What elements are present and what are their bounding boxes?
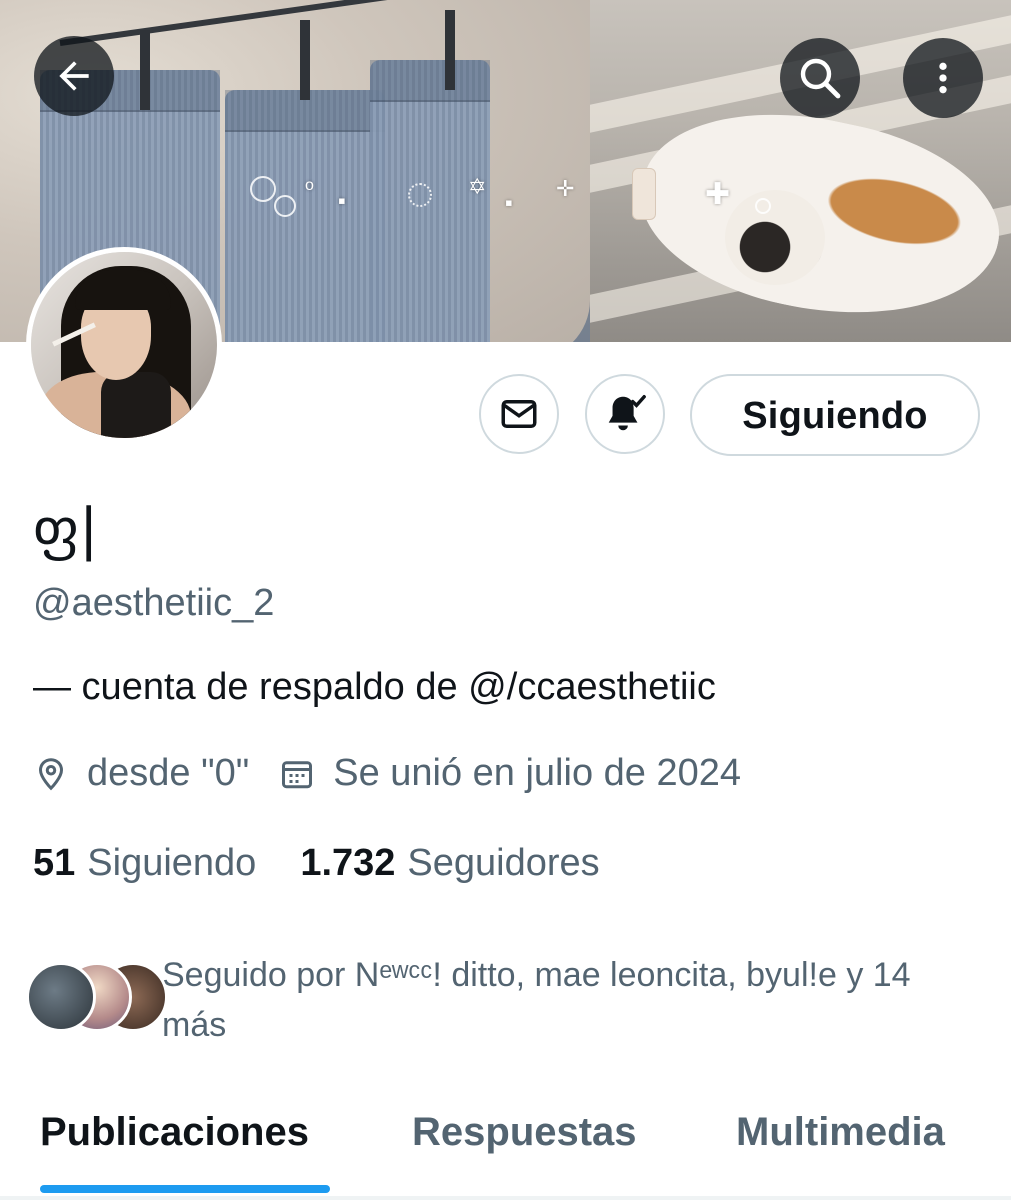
display-name: ფ|: [33, 497, 99, 562]
message-button[interactable]: [479, 374, 559, 454]
followed-by-avatars[interactable]: [26, 962, 168, 1032]
tab-multimedia[interactable]: Multimedia: [736, 1110, 945, 1155]
more-options-button[interactable]: [903, 38, 983, 118]
followed-by-text[interactable]: Seguido por Nᵉʷᶜᶜ! ditto, mae leoncita, …: [162, 950, 982, 1050]
followers-count: 1.732: [300, 842, 396, 884]
followers-stat[interactable]: 1.732 Seguidores: [300, 842, 599, 885]
calendar-icon: [282, 760, 313, 788]
joined-text: Se unió en julio de 2024: [333, 752, 741, 794]
following-stat[interactable]: 51 Siguiendo: [33, 842, 256, 885]
profile-bio: — cuenta de respaldo de @/ccaesthetiic: [33, 666, 716, 708]
following-button[interactable]: Siguiendo: [690, 374, 980, 456]
profile-meta: desde "0" Se unió en julio de 2024: [33, 752, 741, 795]
location-pin-icon: [38, 757, 64, 790]
followers-label: Seguidores: [407, 842, 600, 884]
divider: [0, 1196, 1011, 1200]
avatar: [26, 962, 96, 1032]
following-label: Siguiendo: [87, 842, 257, 884]
search-icon: [800, 58, 841, 99]
profile-stats: 51 Siguiendo 1.732 Seguidores: [33, 842, 644, 885]
following-count: 51: [33, 842, 76, 884]
location-item: desde "0": [33, 752, 249, 795]
back-button[interactable]: [34, 36, 114, 116]
active-tab-indicator: [40, 1185, 330, 1193]
notifications-button[interactable]: [585, 374, 665, 454]
profile-avatar[interactable]: [26, 247, 222, 443]
more-vertical-icon: [939, 62, 947, 94]
search-button[interactable]: [780, 38, 860, 118]
location-text: desde "0": [87, 752, 250, 794]
lotion-bottle: [632, 168, 656, 220]
joined-item: Se unió en julio de 2024: [279, 752, 741, 795]
user-handle: @aesthetiic_2: [33, 582, 275, 624]
tab-publicaciones[interactable]: Publicaciones: [40, 1110, 309, 1155]
arrow-left-icon: [59, 61, 89, 91]
bell-check-icon: [608, 395, 646, 431]
envelope-icon: [501, 400, 537, 428]
tab-respuestas[interactable]: Respuestas: [412, 1110, 637, 1155]
